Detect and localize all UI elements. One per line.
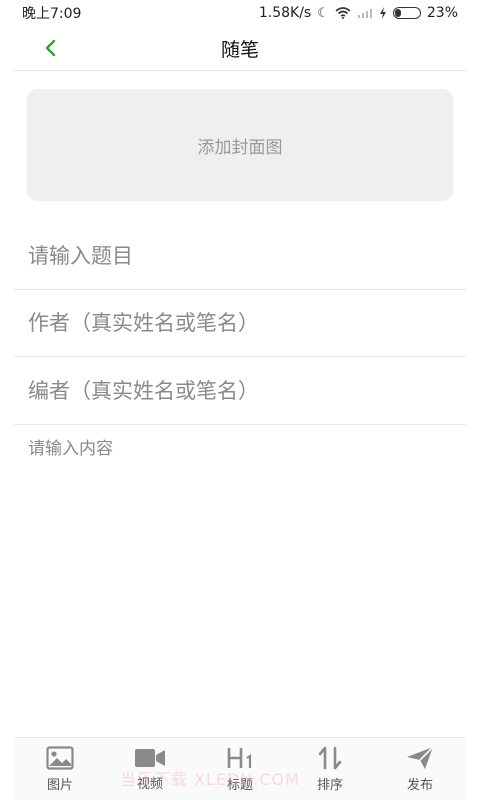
wifi-icon [335, 7, 351, 19]
author-field [14, 289, 466, 357]
battery-percent: 23% [426, 5, 458, 21]
add-cover-button[interactable]: 添加封面图 [27, 89, 453, 201]
charging-icon [379, 7, 386, 19]
image-icon [46, 745, 74, 770]
editor-field [14, 357, 466, 425]
sort-icon [318, 746, 342, 769]
chevron-left-icon [45, 39, 56, 57]
header: 随笔 [0, 26, 480, 70]
tool-image-label: 图片 [46, 777, 73, 793]
content-field [14, 426, 466, 726]
status-time: 晚上7:09 [22, 6, 82, 22]
author-input[interactable] [14, 310, 466, 335]
tool-video-label: 视频 [136, 776, 163, 792]
tool-heading-label: 标题 [226, 777, 253, 793]
status-bar: 晚上7:09 1.58K/s ☾ 23% [0, 0, 480, 26]
tool-image-button[interactable]: 图片 [18, 739, 102, 799]
tool-video-button[interactable]: 视频 [108, 739, 192, 799]
title-input[interactable] [14, 243, 466, 268]
heading-icon [227, 747, 252, 768]
editor-input[interactable] [14, 378, 466, 403]
battery-body [392, 7, 421, 19]
send-icon [407, 745, 434, 769]
video-icon [135, 748, 165, 767]
battery-icon [392, 7, 421, 19]
tool-publish-label: 发布 [406, 777, 433, 793]
moon-icon: ☾ [317, 5, 329, 21]
tool-sort-label: 排序 [316, 777, 343, 793]
bottom-toolbar: 图片 视频 标题 排序 发布 [14, 737, 466, 800]
network-speed: 1.58K/s [258, 5, 312, 21]
signal-icon [357, 9, 372, 18]
back-button[interactable] [36, 34, 64, 62]
header-divider [14, 70, 466, 71]
battery-fill [394, 9, 401, 17]
tool-heading-button[interactable]: 标题 [198, 739, 282, 799]
tool-sort-button[interactable]: 排序 [288, 739, 372, 799]
screen: 晚上7:09 1.58K/s ☾ 23% 随笔 添加封面图 请输入题目 作者（真… [0, 0, 480, 800]
content-input[interactable] [14, 426, 466, 726]
add-cover-label: 添加封面图 [197, 137, 283, 158]
title-field [14, 222, 466, 290]
tool-publish-button[interactable]: 发布 [378, 739, 462, 799]
status-right: 1.58K/s ☾ 23% [259, 5, 458, 21]
page-title: 随笔 [220, 38, 259, 61]
